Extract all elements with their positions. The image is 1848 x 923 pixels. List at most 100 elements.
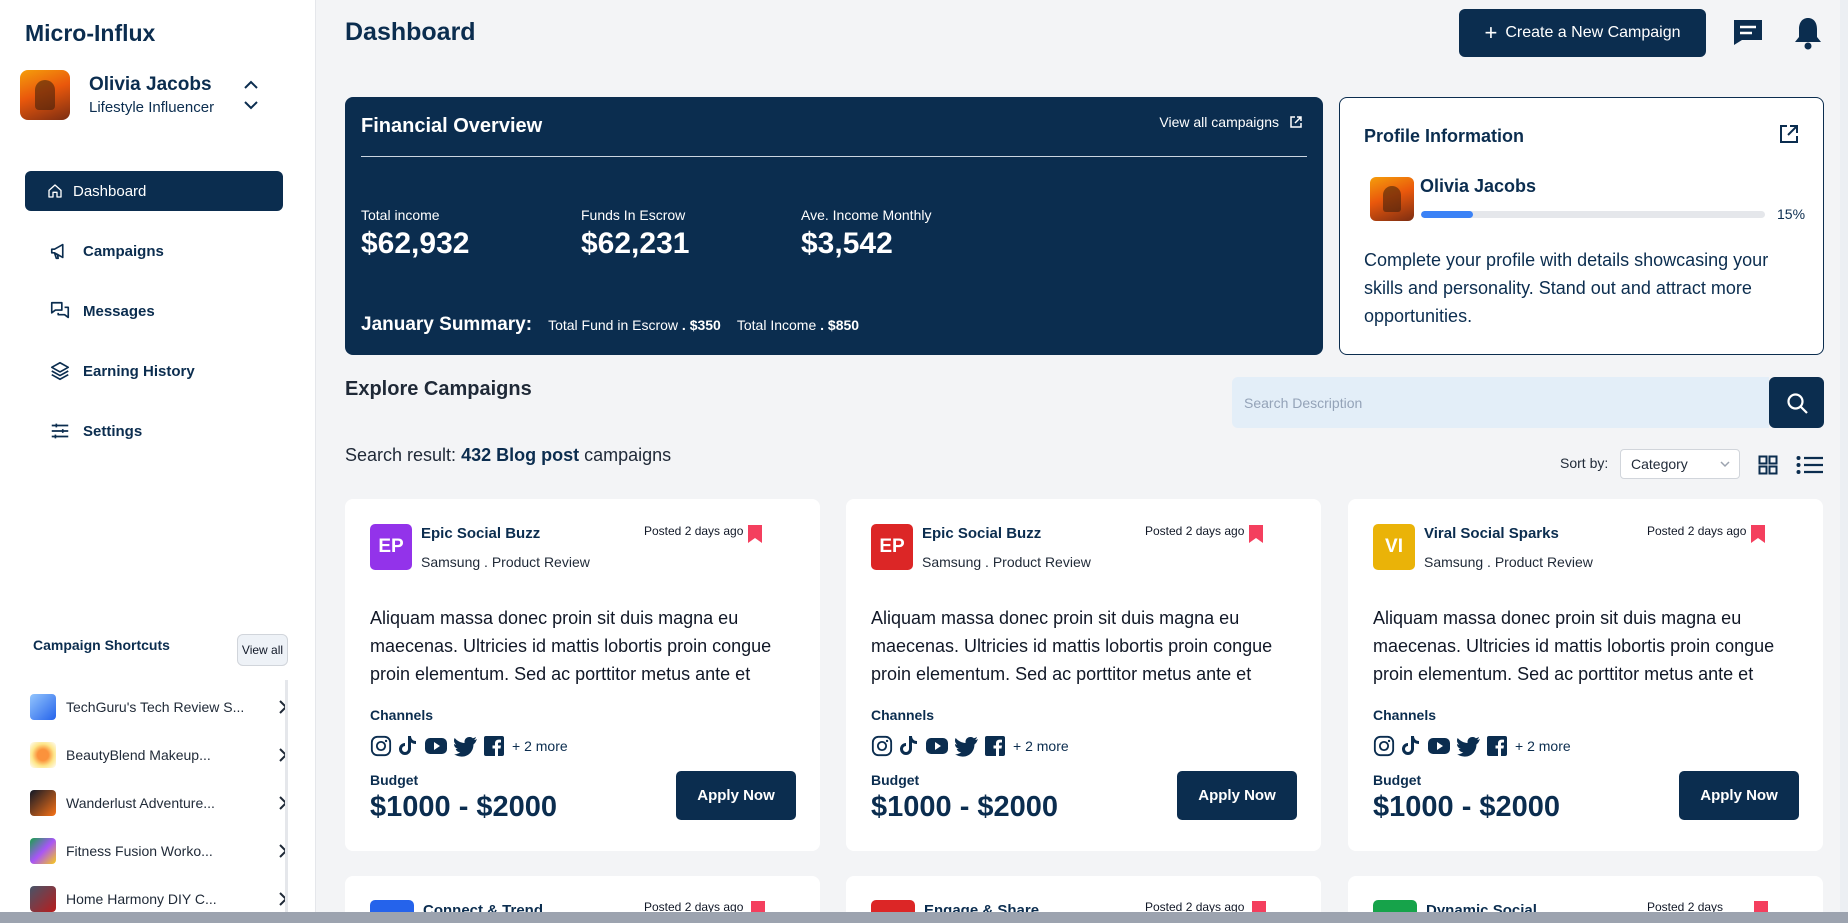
summary-income-value: . $850 — [820, 317, 860, 333]
messages-icon[interactable] — [1732, 18, 1764, 46]
campaign-logo: VI — [1373, 524, 1415, 570]
tiktok-icon — [900, 736, 917, 755]
campaign-name[interactable]: Viral Social Sparks — [1424, 525, 1559, 542]
search-input[interactable] — [1232, 377, 1769, 428]
user-name: Olivia Jacobs — [89, 74, 212, 95]
financial-title: Financial Overview — [361, 115, 543, 137]
external-link-icon[interactable] — [1778, 123, 1800, 145]
plus-icon: + — [1484, 20, 1498, 45]
instagram-icon — [871, 735, 893, 757]
facebook-icon — [484, 736, 504, 756]
chevron-up-icon[interactable] — [242, 78, 260, 92]
megaphone-icon — [50, 243, 64, 260]
campaign-card: EP Epic Social Buzz Posted 2 days ago Sa… — [345, 499, 820, 851]
youtube-icon — [1428, 738, 1450, 754]
shortcut-item[interactable]: TechGuru's Tech Review S... — [30, 683, 288, 731]
campaign-name[interactable]: Epic Social Buzz — [421, 525, 540, 542]
channels-more[interactable]: + 2 more — [1013, 738, 1069, 754]
bookmark-icon[interactable] — [1750, 524, 1766, 544]
profile-avatar — [1370, 177, 1414, 221]
stat-total-income: Total income $62,932 — [361, 207, 469, 261]
shortcut-item[interactable]: Wanderlust Adventure... — [30, 779, 288, 827]
shortcut-item[interactable]: BeautyBlend Makeup... — [30, 731, 288, 779]
result-prefix: Search result: — [345, 445, 457, 465]
shortcut-label: TechGuru's Tech Review S... — [66, 699, 245, 715]
home-icon — [48, 184, 62, 198]
nav-item-settings[interactable]: Settings — [25, 411, 283, 451]
nav-item-earning-history[interactable]: Earning History — [25, 351, 283, 391]
campaign-name[interactable]: Epic Social Buzz — [922, 525, 1041, 542]
grid-view-icon[interactable] — [1758, 455, 1778, 475]
nav-label: Settings — [83, 422, 143, 440]
tiktok-icon — [399, 736, 416, 755]
campaign-posted: Posted 2 days ago — [1647, 524, 1747, 538]
summary-escrow-value: . $350 — [681, 317, 721, 333]
profile-progress-bar — [1421, 211, 1765, 218]
bookmark-icon[interactable] — [747, 524, 763, 544]
channels-label: Channels — [871, 707, 935, 723]
nav-label: Dashboard — [73, 182, 147, 200]
chevron-down-icon[interactable] — [242, 98, 260, 112]
apply-now-button[interactable]: Apply Now — [676, 771, 796, 820]
stat-label: Ave. Income Monthly — [801, 207, 932, 223]
summary-income: Total Income . $850 — [737, 317, 859, 333]
search-result-summary: Search result: 432 Blog post campaigns — [345, 445, 671, 466]
chevron-down-icon — [1720, 461, 1730, 468]
shortcut-item[interactable]: Fitness Fusion Worko... — [30, 827, 288, 875]
budget-label: Budget — [1373, 772, 1422, 788]
shortcuts-scrollbar[interactable] — [285, 680, 288, 912]
shortcut-thumbnail — [30, 790, 56, 816]
view-all-campaigns-link[interactable]: View all campaigns — [1159, 114, 1303, 130]
channels-more[interactable]: + 2 more — [512, 738, 568, 754]
stat-value: $62,231 — [581, 227, 690, 260]
budget-label: Budget — [871, 772, 920, 788]
shortcut-label: Wanderlust Adventure... — [66, 795, 215, 811]
brand-logo[interactable]: Micro-Influx — [25, 20, 155, 47]
divider — [361, 156, 1307, 157]
create-campaign-button[interactable]: + Create a New Campaign — [1459, 9, 1706, 57]
search-button[interactable] — [1769, 377, 1824, 428]
instagram-icon — [370, 735, 392, 757]
instagram-icon — [1373, 735, 1395, 757]
shortcut-label: Fitness Fusion Worko... — [66, 843, 213, 859]
summary-income-label: Total Income — [736, 317, 817, 333]
nav-item-dashboard[interactable]: Dashboard — [25, 171, 283, 211]
stat-average-income-monthly: Ave. Income Monthly $3,542 — [801, 207, 931, 261]
channels-more[interactable]: + 2 more — [1515, 738, 1571, 754]
bookmark-icon[interactable] — [1248, 524, 1264, 544]
channels-label: Channels — [370, 707, 434, 723]
budget-label: Budget — [370, 772, 419, 788]
stat-label: Total income — [361, 207, 440, 223]
shortcuts-view-all-button[interactable]: View all — [237, 634, 288, 666]
apply-now-button[interactable]: Apply Now — [1177, 771, 1297, 820]
shortcut-label: BeautyBlend Makeup... — [66, 747, 211, 763]
facebook-icon — [985, 736, 1005, 756]
nav-label: Messages — [83, 302, 155, 320]
sort-label: Sort by: — [1560, 455, 1609, 471]
user-avatar — [20, 70, 70, 120]
stat-value: $3,542 — [801, 227, 893, 260]
horizontal-scrollbar[interactable] — [0, 912, 1848, 923]
shortcuts-list: TechGuru's Tech Review S... BeautyBlend … — [30, 683, 288, 923]
bell-icon[interactable] — [1794, 16, 1822, 50]
page-scrollbar[interactable] — [1840, 0, 1848, 912]
user-switcher[interactable]: Olivia Jacobs Lifestyle Influencer — [20, 70, 270, 120]
apply-now-button[interactable]: Apply Now — [1679, 771, 1799, 820]
shortcuts-title: Campaign Shortcuts — [33, 637, 170, 653]
explore-title: Explore Campaigns — [345, 378, 532, 400]
list-view-icon[interactable] — [1796, 455, 1824, 475]
january-summary: January Summary: Total Fund in Escrow . … — [361, 314, 875, 336]
sort-value: Category — [1631, 456, 1688, 472]
nav-item-campaigns[interactable]: Campaigns — [25, 231, 283, 271]
stat-funds-in-escrow: Funds In Escrow $62,231 — [581, 207, 689, 261]
stat-value: $62,932 — [361, 227, 470, 260]
external-link-icon — [1290, 116, 1302, 128]
view-all-campaigns-label: View all campaigns — [1159, 114, 1279, 130]
profile-message: Complete your profile with details showc… — [1364, 250, 1769, 326]
nav-item-messages[interactable]: Messages — [25, 291, 283, 331]
campaign-description: Aliquam massa donec proin sit duis magna… — [1373, 608, 1775, 684]
summary-escrow-label: Total Fund in Escrow — [548, 317, 679, 333]
shortcut-thumbnail — [30, 694, 56, 720]
sort-select[interactable]: Category — [1620, 449, 1740, 479]
youtube-icon — [425, 738, 447, 754]
